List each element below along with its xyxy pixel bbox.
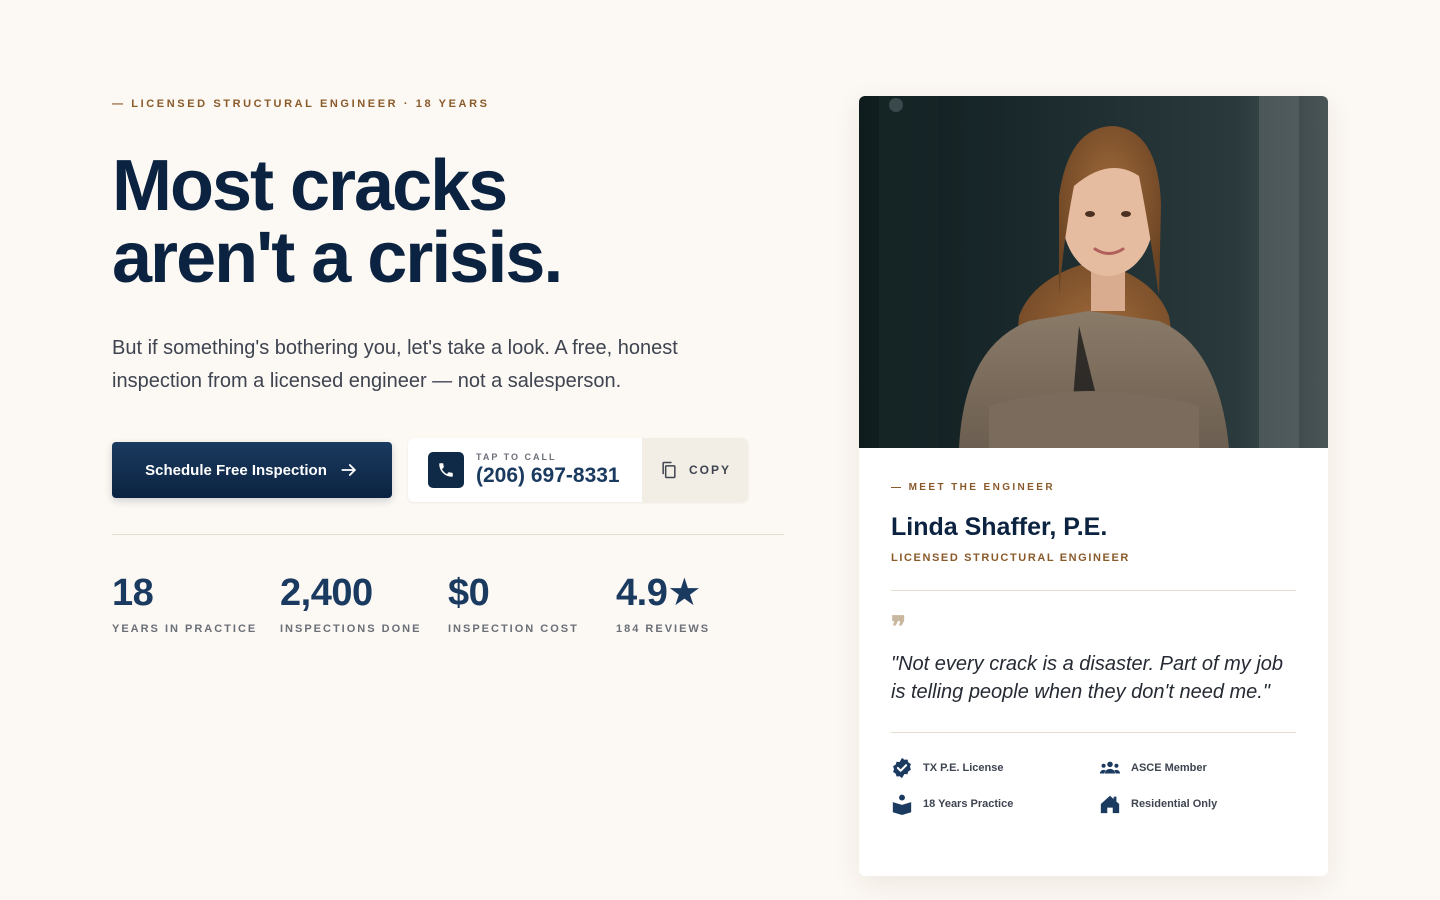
badge-label: TX P.E. License — [923, 762, 1004, 774]
badge-label: 18 Years Practice — [923, 798, 1014, 810]
badge-label: ASCE Member — [1131, 762, 1207, 774]
headline-line-2: aren't a crisis. — [112, 218, 563, 298]
card-divider — [891, 732, 1296, 733]
verified-badge-icon — [893, 757, 911, 779]
tap-to-call-label: TAP TO CALL — [476, 452, 557, 462]
hero-headline: Most cracks aren't a crisis. — [112, 150, 784, 294]
people-group-icon — [1099, 761, 1121, 774]
phone-text: TAP TO CALL (206) 697-8331 — [476, 452, 620, 488]
phone-widget: TAP TO CALL (206) 697-8331 COPY — [408, 438, 748, 502]
house-icon — [1100, 795, 1120, 814]
schedule-inspection-button[interactable]: Schedule Free Inspection — [112, 442, 392, 498]
stat-value: $0 — [448, 572, 490, 614]
hero-lede: But if something's bothering you, let's … — [112, 337, 678, 392]
engineer-photo — [859, 96, 1328, 448]
phone-icon — [428, 452, 464, 488]
stats-row: 18 YEARS IN PRACTICE 2,400 INSPECTIONS D… — [112, 573, 784, 635]
badge-residential: Residential Only — [1099, 793, 1299, 815]
stat-inspections: 2,400 INSPECTIONS DONE — [280, 573, 448, 635]
arrow-right-icon — [341, 464, 356, 476]
cta-row: Schedule Free Inspection TAP TO CALL (20… — [112, 438, 784, 502]
card-eyebrow: — MEET THE ENGINEER — [891, 482, 1055, 493]
credential-badges: TX P.E. License ASCE Member 18 Years Pra… — [891, 757, 1296, 815]
phone-number: (206) 697-8331 — [476, 464, 620, 487]
badge-asce: ASCE Member — [1099, 757, 1299, 779]
copy-label: COPY — [688, 463, 731, 477]
stat-years: 18 YEARS IN PRACTICE — [112, 573, 280, 635]
stat-reviews: 4.9★ 184 REVIEWS — [616, 573, 784, 635]
badge-years: 18 Years Practice — [891, 793, 1099, 815]
card-body: — MEET THE ENGINEER Linda Shaffer, P.E. … — [859, 448, 1328, 815]
engineer-title: LICENSED STRUCTURAL ENGINEER — [891, 552, 1130, 564]
hero-section: — LICENSED STRUCTURAL ENGINEER · 18 YEAR… — [112, 96, 784, 635]
engineer-quote: "Not every crack is a disaster. Part of … — [891, 653, 1284, 703]
engineer-name: Linda Shaffer, P.E. — [891, 513, 1108, 541]
stat-cost: $0 INSPECTION COST — [448, 573, 616, 635]
schedule-inspection-label: Schedule Free Inspection — [145, 461, 327, 479]
book-reader-icon — [892, 794, 912, 815]
badge-license: TX P.E. License — [891, 757, 1099, 779]
copy-phone-button[interactable]: COPY — [642, 438, 748, 502]
card-divider — [891, 590, 1296, 591]
stat-value: 18 — [112, 572, 154, 614]
quote-mark-icon: ❞ — [891, 610, 907, 643]
stat-label: INSPECTION COST — [448, 623, 579, 635]
stat-value: 2,400 — [280, 572, 373, 614]
hero-eyebrow: — LICENSED STRUCTURAL ENGINEER · 18 YEAR… — [112, 98, 490, 110]
headline-line-1: Most cracks — [112, 146, 508, 226]
engineer-card: — MEET THE ENGINEER Linda Shaffer, P.E. … — [859, 96, 1328, 876]
stat-label: YEARS IN PRACTICE — [112, 623, 258, 635]
stat-label: 184 REVIEWS — [616, 623, 711, 635]
tap-to-call-link[interactable]: TAP TO CALL (206) 697-8331 — [408, 438, 642, 502]
stats-divider — [112, 534, 784, 535]
copy-icon — [662, 461, 676, 479]
badge-label: Residential Only — [1131, 798, 1218, 810]
stat-label: INSPECTIONS DONE — [280, 623, 422, 635]
stat-value: 4.9★ — [616, 572, 701, 614]
